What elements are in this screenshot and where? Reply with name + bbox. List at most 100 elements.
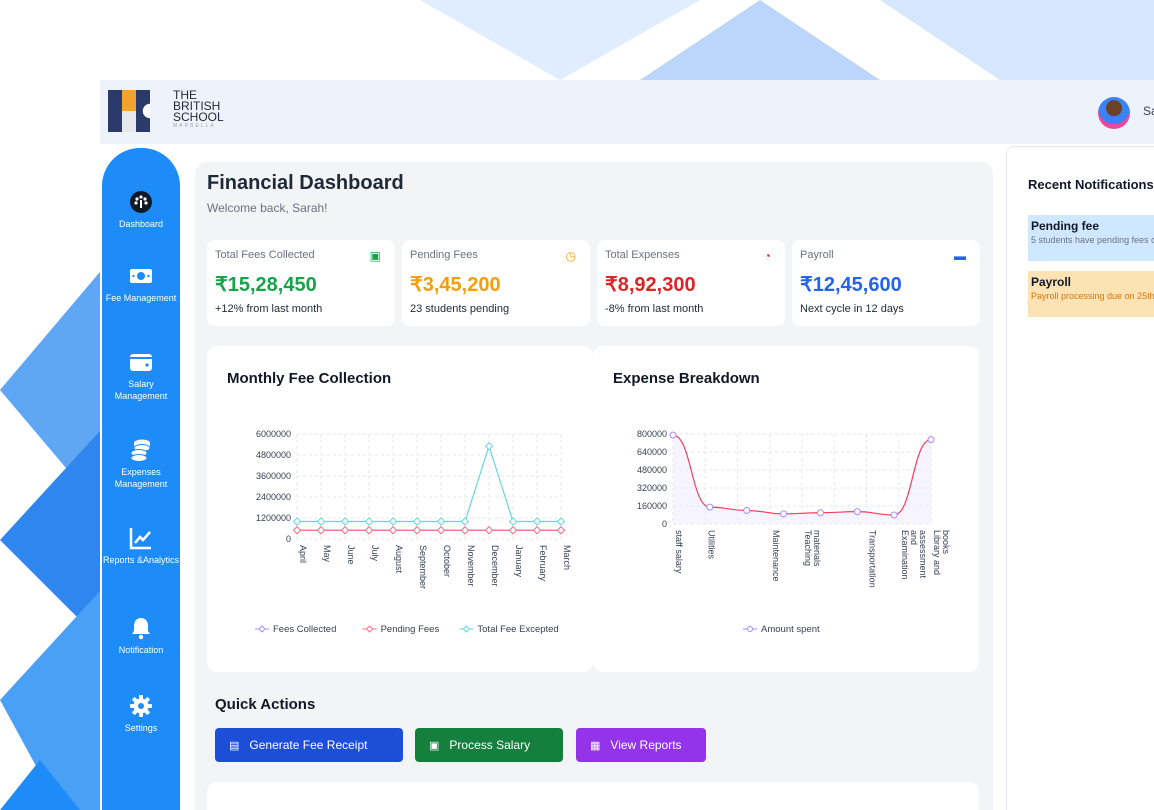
legend-label: Amount spent: [761, 624, 820, 635]
pie-chart-icon: ◔: [763, 249, 771, 263]
top-bar: THE BRITISH SCHOOL MARBELLA Sa: [100, 80, 1154, 144]
notification-item[interactable]: Pending fee 5 students have pending fees…: [1028, 215, 1154, 261]
data-point: [508, 517, 518, 526]
data-point: [412, 526, 422, 535]
notification-item[interactable]: Payroll Payroll processing due on 25th: [1028, 271, 1154, 317]
data-point: [316, 517, 326, 526]
expense-breakdown-chart: 800000 640000 480000 320000 160000 0 staff sal…: [637, 429, 951, 635]
coins-icon: [130, 439, 151, 462]
monthly-fee-collection-chart: 6000000 4800000 3600000 2400000 1200000 0 Apri…: [255, 429, 572, 635]
generate-fee-receipt-button[interactable]: ▤ Generate Fee Receipt: [215, 728, 403, 762]
sidebar-item-settings[interactable]: Settings: [102, 694, 180, 734]
x-tick-label: September: [418, 545, 428, 589]
legend-marker: [462, 625, 471, 633]
sidebar-item-label: Salary Management: [114, 379, 168, 401]
x-tick-label: January: [514, 545, 524, 578]
receipt-icon: ▤: [229, 739, 240, 752]
money-icon: ▣: [369, 249, 381, 263]
notifications-title: Recent Notifications: [1028, 177, 1154, 192]
data-point: [436, 526, 446, 535]
school-name: THE BRITISH SCHOOL MARBELLA: [173, 89, 224, 129]
stat-note: 23 students pending: [410, 303, 510, 315]
view-reports-button[interactable]: ▦ View Reports: [576, 728, 706, 762]
legend-label: Fees Collected: [273, 624, 336, 635]
stat-card-total-expenses: Total Expenses ◔ ₹8,92,300 -8% from last…: [597, 240, 785, 326]
user-avatar[interactable]: [1098, 97, 1130, 129]
stat-value: ₹3,45,200: [410, 274, 501, 296]
notification-text: Payroll processing due on 25th: [1031, 291, 1154, 301]
x-tick-label: Utilities: [706, 530, 716, 560]
data-point: [853, 508, 861, 516]
process-salary-button[interactable]: ▣ Process Salary: [415, 728, 563, 762]
data-point: [292, 517, 302, 526]
data-point: [340, 526, 350, 535]
y-tick-label: 640000: [637, 447, 667, 457]
data-point: [484, 526, 494, 535]
sidebar-item-dashboard[interactable]: Dashboard: [102, 190, 180, 230]
page-title: Financial Dashboard: [207, 172, 404, 194]
sidebar-item-salary-management[interactable]: Salary Management: [102, 350, 180, 402]
stat-note: +12% from last month: [215, 303, 323, 315]
x-tick-label: Transportation: [868, 530, 878, 588]
legend-marker: [747, 626, 753, 632]
data-point: [316, 526, 326, 535]
data-point: [412, 517, 422, 526]
stat-value: ₹12,45,600: [800, 274, 902, 296]
notification-title: Pending fee: [1031, 219, 1100, 233]
y-tick-label: 2400000: [256, 492, 291, 502]
user-name[interactable]: Sa: [1143, 104, 1154, 118]
y-tick-label: 800000: [637, 429, 667, 439]
sidebar-item-expenses-management[interactable]: Expenses Management: [102, 438, 180, 490]
sidebar-item-fee-management[interactable]: Fee Management: [102, 264, 180, 304]
y-tick-label: 160000: [637, 501, 667, 511]
clock-icon: ◷: [565, 249, 576, 263]
data-point: [460, 526, 470, 535]
x-tick-label: materials: [812, 530, 822, 567]
x-tick-label: March: [562, 545, 572, 570]
school-logo: [108, 90, 150, 132]
data-point: [388, 526, 398, 535]
notifications-panel: Recent Notifications Pending fee 5 stude…: [1006, 146, 1154, 810]
data-point: [743, 507, 751, 514]
data-point: [780, 510, 788, 518]
x-tick-label: August: [394, 545, 404, 574]
document-icon: ▦: [590, 739, 601, 752]
x-tick-label: Examination: [900, 530, 910, 580]
data-point: [556, 517, 566, 526]
legend-marker: [365, 625, 374, 633]
monthly-fee-collection-card: Monthly Fee Collection 6000000 4800000 360…: [207, 346, 593, 672]
y-tick-label: 4800000: [256, 450, 291, 460]
x-tick-label: July: [370, 545, 380, 562]
legend-label: Total Fee Excepted: [477, 624, 558, 635]
data-point: [508, 526, 518, 535]
stat-value: ₹15,28,450: [215, 274, 317, 296]
x-tick-label: assessment: [918, 530, 928, 579]
data-point: [436, 517, 446, 526]
money-icon: ▣: [429, 739, 440, 752]
y-tick-label: 3600000: [256, 471, 291, 481]
data-point: [706, 503, 714, 511]
sidebar-item-notification[interactable]: Notification: [102, 616, 180, 656]
x-tick-label: November: [466, 545, 476, 587]
stat-card-pending-fees: Pending Fees ◷ ₹3,45,200 23 students pen…: [402, 240, 590, 326]
sidebar-item-reports-analytics[interactable]: Reports &Analytics: [102, 526, 180, 566]
sidebar-item-label: Dashboard: [118, 219, 164, 229]
stat-note: Next cycle in 12 days: [800, 303, 904, 315]
sidebar-item-label: Reports &Analytics: [102, 555, 180, 565]
wallet-icon: ▬: [954, 249, 966, 263]
sidebar: Dashboard Fee Management Salary Manageme…: [102, 148, 180, 810]
sidebar-item-label: Expenses Management: [114, 467, 168, 489]
y-tick-label: 0: [286, 534, 291, 544]
stat-title: Payroll: [800, 249, 834, 261]
gear-icon: [130, 695, 152, 717]
money-bill-icon: [130, 269, 152, 283]
x-tick-label: Maintenance: [771, 530, 781, 582]
y-tick-label: 480000: [637, 465, 667, 475]
main-content: Financial Dashboard Welcome back, Sarah!…: [195, 162, 993, 810]
series-line: [297, 444, 561, 523]
data-point: [927, 436, 935, 444]
x-tick-label: Teaching: [803, 530, 813, 566]
quick-actions-title: Quick Actions: [215, 696, 316, 713]
button-label: Process Salary: [449, 738, 531, 752]
data-point: [532, 526, 542, 535]
